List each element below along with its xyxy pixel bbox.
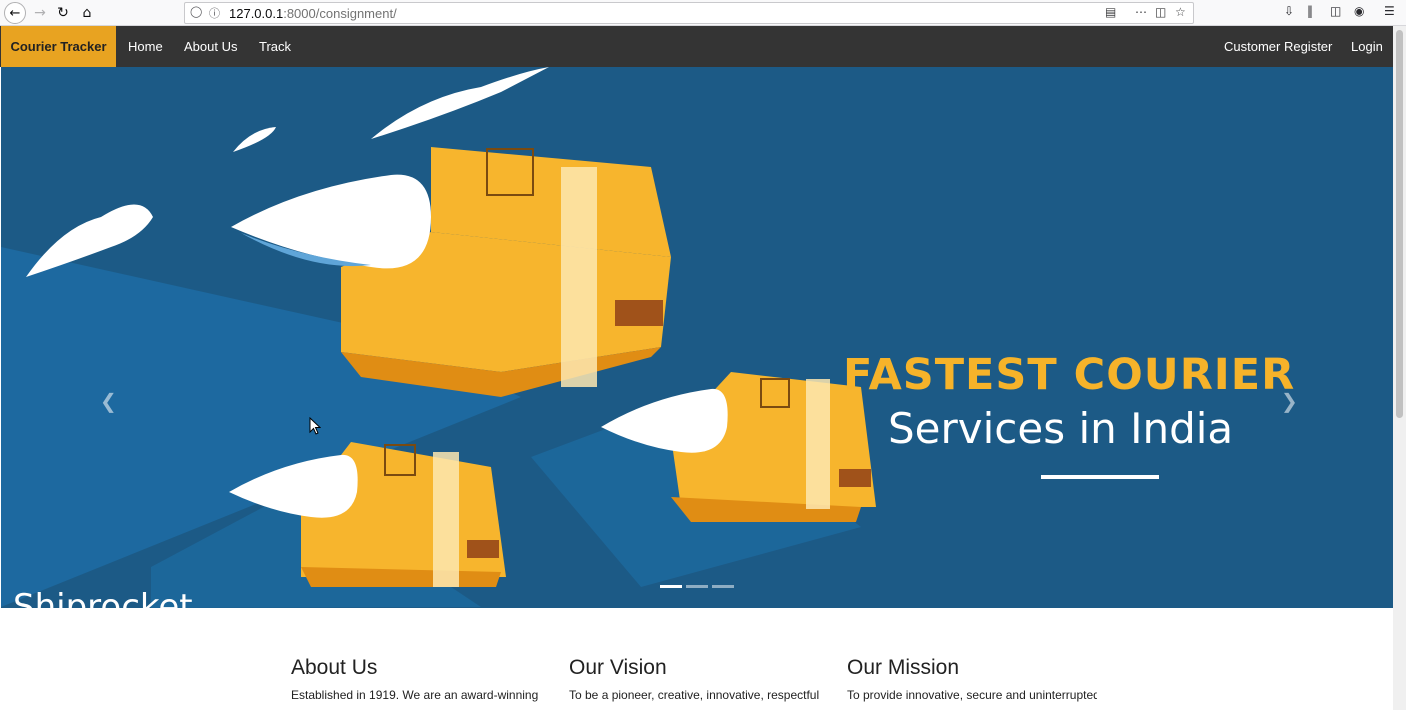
hero-subtitle: Services in India <box>888 404 1234 453</box>
carousel-indicator-3[interactable] <box>712 585 734 588</box>
back-icon[interactable]: ← <box>4 2 26 24</box>
hero-underline <box>1041 475 1159 479</box>
nav-home[interactable]: Home <box>128 26 163 67</box>
vision-section: Our Vision To be a pioneer, creative, in… <box>569 654 819 703</box>
mouse-cursor-icon <box>309 417 321 435</box>
pocket-icon[interactable]: ◫ <box>1155 5 1166 19</box>
sidebar-icon[interactable]: ◫ <box>1330 4 1341 18</box>
site-navbar: Courier Tracker Home About Us Track Cust… <box>0 26 1393 67</box>
account-icon[interactable]: ◉ <box>1354 4 1364 18</box>
reader-view-icon[interactable]: ▤ <box>1105 5 1116 19</box>
carousel-indicators <box>660 585 734 588</box>
watermark-logo: Shiprocket <box>13 587 193 608</box>
url-text[interactable]: 127.0.0.1:8000/consignment/ <box>229 6 397 21</box>
brand-logo[interactable]: Courier Tracker <box>1 26 116 67</box>
mission-section: Our Mission To provide innovative, secur… <box>847 654 1097 703</box>
download-icon[interactable]: ⇩ <box>1284 4 1294 18</box>
carousel-prev-icon[interactable]: ❮ <box>100 389 117 413</box>
mission-heading: Our Mission <box>847 656 960 679</box>
carousel-indicator-1[interactable] <box>660 585 682 588</box>
info-icon[interactable]: ⓘ <box>209 5 220 21</box>
nav-customer-register[interactable]: Customer Register <box>1224 26 1332 67</box>
about-section: About Us Established in 1919. We are an … <box>291 654 541 703</box>
nav-about-us[interactable]: About Us <box>184 26 237 67</box>
nav-track[interactable]: Track <box>259 26 291 67</box>
home-icon[interactable]: ⌂ <box>76 3 98 23</box>
address-bar[interactable]: ◯ ⓘ 127.0.0.1:8000/consignment/ ▤ ⋯ ◫ ☆ <box>184 2 1194 24</box>
page-scrollbar[interactable] <box>1393 26 1406 710</box>
forward-icon[interactable]: → <box>29 3 51 23</box>
hero-title: FASTEST COURIER <box>843 350 1296 400</box>
reload-icon[interactable]: ↻ <box>52 3 74 23</box>
hero-carousel: FASTEST COURIER Services in India ❮ ❯ Sh… <box>1 67 1393 608</box>
hero-illustration <box>1 67 876 608</box>
bookmark-star-icon[interactable]: ☆ <box>1175 5 1186 19</box>
library-icon[interactable]: ‖ <box>1307 4 1313 18</box>
scrollbar-thumb[interactable] <box>1396 30 1403 418</box>
nav-login[interactable]: Login <box>1351 26 1383 67</box>
carousel-indicator-2[interactable] <box>686 585 708 588</box>
about-heading: About Us <box>291 656 378 679</box>
more-actions-icon[interactable]: ⋯ <box>1135 5 1147 19</box>
browser-toolbar: ← → ↻ ⌂ ◯ ⓘ 127.0.0.1:8000/consignment/ … <box>0 0 1406 26</box>
about-text: Established in 1919. We are an award-win… <box>291 688 539 702</box>
menu-icon[interactable]: ☰ <box>1384 4 1395 18</box>
vision-heading: Our Vision <box>569 656 667 679</box>
carousel-next-icon[interactable]: ❯ <box>1281 389 1298 413</box>
shield-icon[interactable]: ◯ <box>190 5 202 18</box>
mission-text: To provide innovative, secure and uninte… <box>847 688 1097 702</box>
vision-text: To be a pioneer, creative, innovative, r… <box>569 688 819 702</box>
info-sections: About Us Established in 1919. We are an … <box>0 608 1393 710</box>
